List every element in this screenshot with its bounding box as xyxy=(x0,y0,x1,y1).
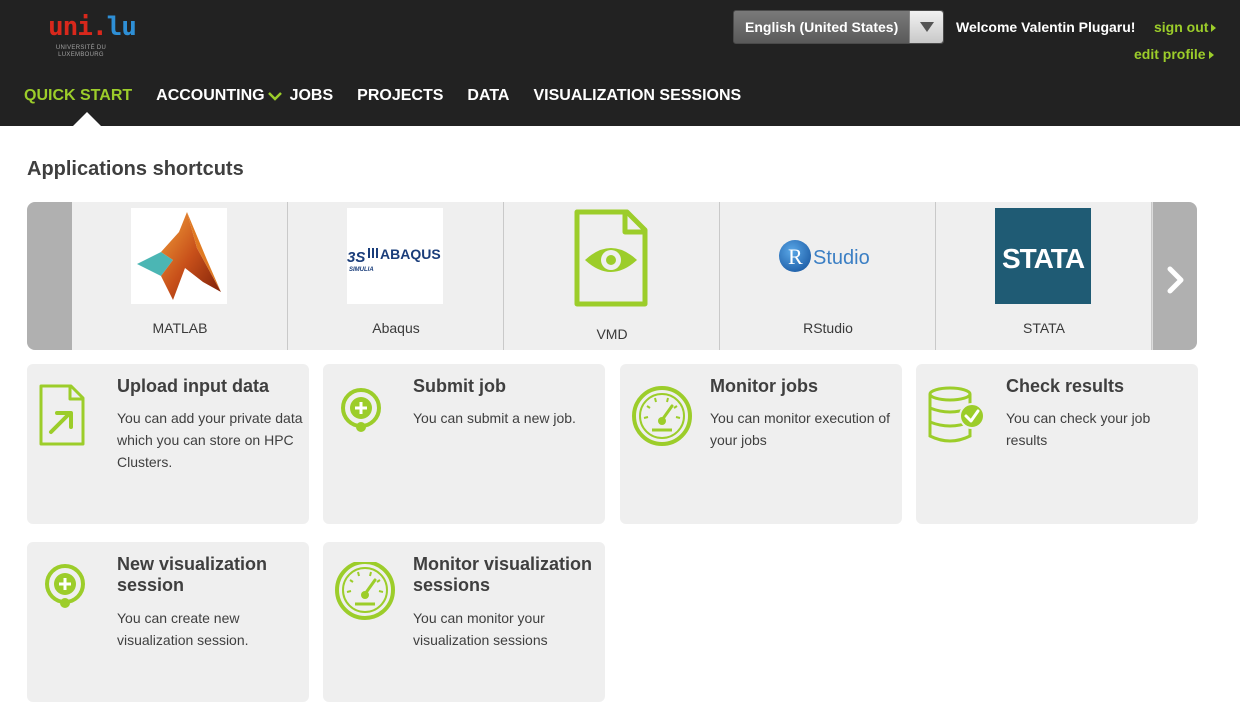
app-label-stata: STATA xyxy=(1023,320,1065,336)
database-check-icon xyxy=(926,384,990,448)
card-check-results[interactable]: Check results You can check your job res… xyxy=(916,364,1198,524)
nav-accounting-label: ACCOUNTING xyxy=(156,87,265,104)
arrow-right-icon xyxy=(1211,24,1217,32)
svg-text:STATA: STATA xyxy=(1002,243,1085,274)
card-monitor-jobs[interactable]: Monitor jobs You can monitor execution o… xyxy=(620,364,902,524)
svg-text:ABAQUS: ABAQUS xyxy=(380,246,441,262)
card-upload-input-data[interactable]: Upload input data You can add your priva… xyxy=(27,364,309,524)
card-description: You can add your private data which you … xyxy=(117,410,303,470)
card-description: You can monitor your visualization sessi… xyxy=(413,610,548,648)
language-dropdown-button[interactable] xyxy=(909,11,943,43)
app-shortcut-stata[interactable]: STATA STATA xyxy=(936,202,1152,350)
header: uni.lu UNIVERSITÉ DU LUXEMBOURG English … xyxy=(0,0,1240,126)
sign-out-link[interactable]: sign out xyxy=(1154,19,1217,35)
card-title: Monitor visualization sessions xyxy=(413,554,593,595)
language-select-value: English (United States) xyxy=(745,19,899,35)
arrow-right-icon xyxy=(1208,51,1214,59)
svg-text:R: R xyxy=(788,244,803,269)
document-eye-icon xyxy=(563,208,659,307)
carousel-prev-button[interactable] xyxy=(27,202,72,350)
nav-accounting[interactable]: ACCOUNTING xyxy=(156,87,282,105)
app-shortcut-vmd[interactable]: VMD xyxy=(504,202,720,350)
nav-projects[interactable]: PROJECTS xyxy=(357,87,443,105)
card-description: You can create new visualization session… xyxy=(117,610,249,648)
edit-profile-label: edit profile xyxy=(1134,46,1206,62)
card-submit-job[interactable]: Submit job You can submit a new job. xyxy=(323,364,605,524)
abaqus-logo: 3S ABAQUS SIMULIA xyxy=(347,208,443,304)
app-carousel: MATLAB 3S ABAQUS SIMULIA Abaqus VMD R St… xyxy=(27,202,1197,350)
svg-text:Studio: Studio xyxy=(813,247,870,269)
chevron-down-icon xyxy=(267,92,282,101)
app-shortcut-abaqus[interactable]: 3S ABAQUS SIMULIA Abaqus xyxy=(288,202,504,350)
app-shortcut-rstudio[interactable]: R Studio RStudio xyxy=(720,202,936,350)
svg-text:SIMULIA: SIMULIA xyxy=(349,267,374,273)
section-title: Applications shortcuts xyxy=(27,158,244,180)
card-new-visualization-session[interactable]: New visualization session You can create… xyxy=(27,542,309,702)
nav-visualization-sessions[interactable]: VISUALIZATION SESSIONS xyxy=(533,87,741,105)
app-label-abaqus: Abaqus xyxy=(372,320,420,336)
card-description: You can submit a new job. xyxy=(413,410,576,426)
card-title: Monitor jobs xyxy=(710,376,818,396)
card-title: Submit job xyxy=(413,376,506,396)
card-title: Check results xyxy=(1006,376,1125,396)
language-select[interactable]: English (United States) xyxy=(733,10,944,44)
sign-out-label: sign out xyxy=(1154,19,1209,35)
stata-logo: STATA xyxy=(995,208,1091,304)
gauge-icon xyxy=(630,384,694,448)
main-nav: QUICK START ACCOUNTING JOBS PROJECTS DAT… xyxy=(24,86,765,106)
app-label-vmd: VMD xyxy=(596,326,628,342)
nav-jobs[interactable]: JOBS xyxy=(290,87,334,105)
gauge-icon xyxy=(333,560,397,626)
edit-profile-link[interactable]: edit profile xyxy=(1134,46,1214,62)
svg-text:3S: 3S xyxy=(347,249,365,266)
carousel-next-button[interactable] xyxy=(1152,202,1197,350)
card-description: You can check your job results xyxy=(1006,410,1151,448)
logo-wordmark: uni.lu xyxy=(48,12,137,42)
card-title: New visualization session xyxy=(117,554,268,595)
plus-circle-icon xyxy=(333,384,397,448)
app-label-matlab: MATLAB xyxy=(152,320,208,336)
upload-document-icon xyxy=(37,384,101,448)
university-logo[interactable]: uni.lu UNIVERSITÉ DU LUXEMBOURG xyxy=(48,13,137,65)
card-monitor-visualization-sessions[interactable]: Monitor visualization sessions You can m… xyxy=(323,542,605,702)
matlab-logo xyxy=(131,208,227,304)
nav-quick-start[interactable]: QUICK START xyxy=(24,87,132,105)
app-label-rstudio: RStudio xyxy=(803,320,853,336)
app-shortcut-matlab[interactable]: MATLAB xyxy=(72,202,288,350)
card-description: You can monitor execution of your jobs xyxy=(710,410,891,448)
caret-down-icon xyxy=(920,22,934,32)
logo-subtitle: UNIVERSITÉ DU LUXEMBOURG xyxy=(55,45,107,58)
card-title: Upload input data xyxy=(117,376,269,396)
chevron-right-icon xyxy=(1167,266,1184,294)
plus-circle-icon xyxy=(37,562,101,626)
welcome-message: Welcome Valentin Plugaru! xyxy=(956,19,1136,35)
active-nav-indicator xyxy=(73,112,101,126)
nav-data[interactable]: DATA xyxy=(467,87,509,105)
rstudio-logo: R Studio xyxy=(779,208,875,304)
